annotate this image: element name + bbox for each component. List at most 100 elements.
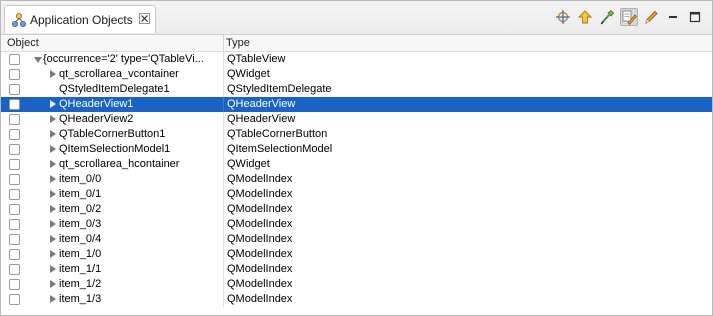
- chevron-right-icon[interactable]: [50, 205, 56, 213]
- tree-row[interactable]: QHeaderView2 QHeaderView: [1, 112, 712, 127]
- row-object-name: item_0/3: [59, 218, 102, 230]
- tree-row[interactable]: item_1/3 QModelIndex: [1, 292, 712, 307]
- minimize-icon[interactable]: [664, 8, 682, 26]
- edit-properties-icon[interactable]: [620, 8, 638, 26]
- row-type: QModelIndex: [227, 218, 293, 230]
- chevron-right-icon[interactable]: [50, 70, 56, 78]
- tree-row[interactable]: item_0/0 QModelIndex: [1, 172, 712, 187]
- object-tree: {occurrence='2' type='QTableVi... QTableV…: [1, 52, 712, 307]
- tree-row[interactable]: qt_scrollarea_vcontainer QWidget: [1, 67, 712, 82]
- pencil-icon[interactable]: [642, 8, 660, 26]
- row-checkbox[interactable]: [9, 279, 20, 290]
- tree-row[interactable]: item_0/1 QModelIndex: [1, 187, 712, 202]
- row-type: QModelIndex: [227, 293, 293, 305]
- chevron-right-icon[interactable]: [50, 295, 56, 303]
- tree-row[interactable]: item_0/3 QModelIndex: [1, 217, 712, 232]
- chevron-right-icon[interactable]: [50, 220, 56, 228]
- column-divider: [223, 217, 224, 232]
- tab-title: Application Objects: [30, 13, 133, 27]
- chevron-right-icon[interactable]: [50, 280, 56, 288]
- row-object-name: item_0/2: [59, 203, 102, 215]
- row-checkbox[interactable]: [9, 249, 20, 260]
- column-divider: [223, 187, 224, 202]
- row-object-name: QTableCornerButton1: [59, 128, 166, 140]
- row-type: QStyledItemDelegate: [227, 83, 332, 95]
- row-checkbox[interactable]: [9, 189, 20, 200]
- column-header-type[interactable]: Type: [226, 37, 250, 49]
- chevron-right-icon[interactable]: [50, 190, 56, 198]
- row-type: QTableCornerButton: [227, 128, 328, 140]
- view-tab-bar: Application Objects: [1, 1, 712, 35]
- row-type: QWidget: [227, 158, 270, 170]
- tree-row[interactable]: item_0/2 QModelIndex: [1, 202, 712, 217]
- column-divider: [223, 292, 224, 307]
- row-checkbox[interactable]: [9, 219, 20, 230]
- row-checkbox[interactable]: [9, 234, 20, 245]
- row-checkbox[interactable]: [9, 129, 20, 140]
- column-divider: [223, 277, 224, 292]
- chevron-right-icon[interactable]: [50, 265, 56, 273]
- chevron-right-icon[interactable]: [50, 145, 56, 153]
- column-divider: [223, 127, 224, 142]
- row-checkbox[interactable]: [9, 114, 20, 125]
- tree-row[interactable]: item_0/4 QModelIndex: [1, 232, 712, 247]
- pick-object-icon[interactable]: [598, 8, 616, 26]
- tree-row[interactable]: {occurrence='2' type='QTableVi... QTableV…: [1, 52, 712, 67]
- tree-row[interactable]: QStyledItemDelegate1 QStyledItemDelegate: [1, 82, 712, 97]
- application-objects-view: Application Objects Object Type {occurre…: [0, 0, 713, 316]
- tree-row[interactable]: QHeaderView1 QHeaderView: [1, 97, 712, 112]
- row-object-name: QHeaderView1: [59, 98, 134, 110]
- chevron-right-icon[interactable]: [50, 100, 56, 108]
- chevron-right-icon[interactable]: [50, 250, 56, 258]
- column-divider: [223, 262, 224, 277]
- close-icon[interactable]: [139, 13, 151, 25]
- row-checkbox[interactable]: [9, 174, 20, 185]
- row-type: QModelIndex: [227, 233, 293, 245]
- column-divider: [223, 112, 224, 127]
- row-checkbox[interactable]: [9, 159, 20, 170]
- row-checkbox[interactable]: [9, 54, 20, 65]
- tree-row[interactable]: qt_scrollarea_hcontainer QWidget: [1, 157, 712, 172]
- tree-row[interactable]: item_1/1 QModelIndex: [1, 262, 712, 277]
- row-type: QModelIndex: [227, 263, 293, 275]
- tree-row[interactable]: item_1/2 QModelIndex: [1, 277, 712, 292]
- row-checkbox[interactable]: [9, 99, 20, 110]
- row-object-name: QStyledItemDelegate1: [59, 83, 170, 95]
- row-type: QHeaderView: [227, 113, 296, 125]
- column-divider: [223, 157, 224, 172]
- row-checkbox[interactable]: [9, 84, 20, 95]
- row-object-name: item_1/2: [59, 278, 102, 290]
- row-object-name: item_0/1: [59, 188, 102, 200]
- column-divider: [223, 97, 224, 112]
- highlight-object-icon[interactable]: [554, 8, 572, 26]
- tree-row[interactable]: QTableCornerButton1 QTableCornerButton: [1, 127, 712, 142]
- row-object-name: item_0/4: [59, 233, 102, 245]
- column-divider: [223, 52, 224, 67]
- column-divider: [223, 172, 224, 187]
- chevron-right-icon[interactable]: [50, 115, 56, 123]
- row-checkbox[interactable]: [9, 69, 20, 80]
- chevron-down-icon[interactable]: [34, 57, 42, 63]
- tree-row[interactable]: item_1/0 QModelIndex: [1, 247, 712, 262]
- tree-row[interactable]: QItemSelectionModel1 QItemSelectionModel: [1, 142, 712, 157]
- row-type: QWidget: [227, 68, 270, 80]
- row-checkbox[interactable]: [9, 204, 20, 215]
- chevron-right-icon[interactable]: [50, 160, 56, 168]
- row-type: QItemSelectionModel: [227, 143, 333, 155]
- tree-header: Object Type: [1, 35, 712, 52]
- arrow-up-icon[interactable]: [576, 8, 594, 26]
- objects-tree-icon: [11, 12, 27, 28]
- maximize-icon[interactable]: [686, 8, 704, 26]
- row-object-name: item_0/0: [59, 173, 102, 185]
- tab-application-objects[interactable]: Application Objects: [4, 5, 156, 33]
- row-checkbox[interactable]: [9, 144, 20, 155]
- chevron-right-icon[interactable]: [50, 130, 56, 138]
- column-separator[interactable]: [223, 35, 224, 51]
- column-header-object[interactable]: Object: [7, 37, 39, 49]
- row-checkbox[interactable]: [9, 294, 20, 305]
- view-toolbar: [554, 7, 704, 27]
- row-checkbox[interactable]: [9, 264, 20, 275]
- column-divider: [223, 247, 224, 262]
- chevron-right-icon[interactable]: [50, 175, 56, 183]
- chevron-right-icon[interactable]: [50, 235, 56, 243]
